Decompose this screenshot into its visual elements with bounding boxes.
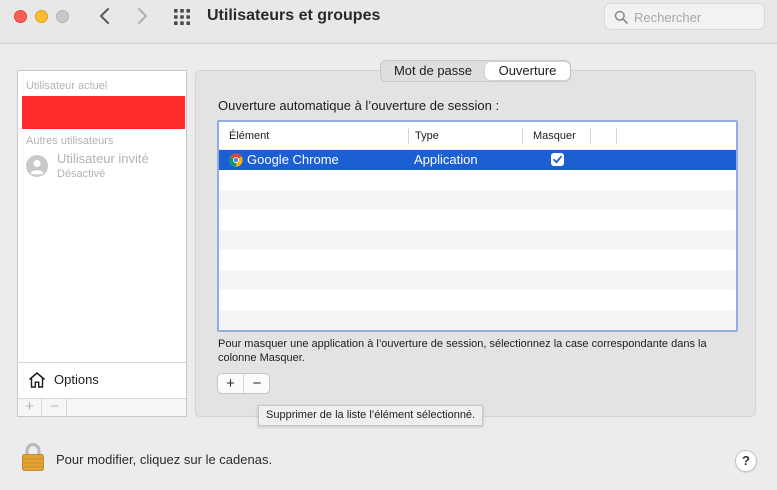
remove-button-tooltip: Supprimer de la liste l’élément sélectio… — [258, 405, 484, 426]
login-item-name: Google Chrome — [247, 152, 339, 167]
users-list: Utilisateur actuel Autres utilisateurs U… — [17, 70, 187, 417]
hide-checkbox-checked-icon[interactable] — [551, 153, 564, 166]
column-header-item[interactable]: Élément — [229, 130, 269, 142]
add-login-item-button[interactable]: + — [218, 374, 244, 393]
options-label: Options — [54, 372, 99, 387]
login-items-label: Ouverture automatique à l’ouverture de s… — [218, 98, 500, 113]
column-header-type[interactable]: Type — [415, 130, 439, 142]
hide-hint-text: Pour masquer une application à l’ouvertu… — [218, 338, 707, 364]
table-header: Élément Type Masquer — [219, 122, 736, 150]
home-icon — [29, 372, 45, 388]
empty-table-row — [219, 170, 736, 190]
column-divider[interactable] — [408, 128, 409, 144]
login-items-add-remove: + − — [217, 373, 270, 394]
guest-user-name[interactable]: Utilisateur invité — [57, 151, 149, 166]
empty-table-row — [219, 310, 736, 330]
login-items-table[interactable]: Élément Type Masquer Google Chrome Appli… — [217, 120, 738, 332]
empty-table-row — [219, 190, 736, 210]
tab-bar: Mot de passe Ouverture — [380, 60, 571, 82]
column-divider[interactable] — [616, 128, 617, 144]
column-header-hide[interactable]: Masquer — [533, 130, 576, 142]
zoom-window-button[interactable] — [56, 10, 69, 23]
search-field[interactable] — [604, 3, 765, 30]
padlock-icon[interactable] — [21, 442, 45, 472]
add-user-button[interactable]: + — [18, 399, 42, 416]
title-bar: Utilisateurs et groupes — [0, 0, 777, 44]
table-row[interactable]: Google Chrome Application — [219, 150, 736, 170]
empty-table-row — [219, 270, 736, 290]
guest-avatar-icon — [26, 155, 48, 177]
tab-login-items[interactable]: Ouverture — [485, 62, 570, 80]
empty-table-row — [219, 210, 736, 230]
column-divider[interactable] — [522, 128, 523, 144]
back-chevron-icon[interactable] — [94, 5, 116, 27]
current-user-header: Utilisateur actuel — [26, 80, 108, 92]
forward-chevron-icon[interactable] — [131, 5, 153, 27]
search-icon — [614, 10, 628, 24]
remove-user-button[interactable]: − — [43, 399, 67, 416]
column-divider[interactable] — [590, 128, 591, 144]
google-chrome-icon — [229, 153, 243, 167]
login-item-type: Application — [414, 152, 478, 167]
empty-table-row — [219, 250, 736, 270]
tab-password[interactable]: Mot de passe — [382, 62, 484, 80]
minimize-window-button[interactable] — [35, 10, 48, 23]
guest-user-status: Désactivé — [57, 168, 106, 180]
search-input[interactable] — [634, 8, 759, 26]
users-list-footer: + − — [18, 398, 186, 416]
current-user-item[interactable] — [22, 96, 185, 129]
other-users-header: Autres utilisateurs — [26, 135, 114, 147]
help-button[interactable]: ? — [735, 450, 757, 472]
lock-instruction: Pour modifier, cliquez sur le cadenas. — [56, 452, 273, 467]
empty-table-row — [219, 290, 736, 310]
show-all-grid-icon[interactable] — [173, 8, 191, 26]
remove-login-item-button[interactable]: − — [244, 374, 270, 393]
window-title: Utilisateurs et groupes — [207, 7, 381, 24]
close-window-button[interactable] — [14, 10, 27, 23]
login-options-button[interactable]: Options — [18, 362, 186, 398]
empty-table-row — [219, 230, 736, 250]
